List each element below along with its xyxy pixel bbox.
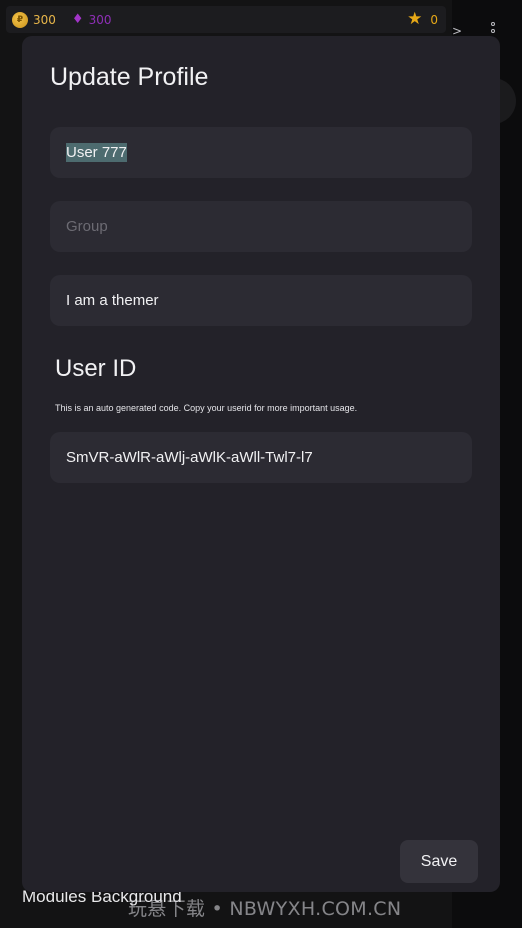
watermark: 玩悬下载 • NBWYXH.COM.CN (128, 898, 402, 920)
user-id-value[interactable]: SmVR-aWlR-aWlj-aWlK-aWll-Twl7-l7 (66, 449, 313, 466)
user-id-description: This is an auto generated code. Copy you… (55, 403, 358, 413)
more-options-icon (490, 22, 496, 33)
gem-count: 300 (88, 12, 112, 27)
group-field[interactable] (50, 201, 472, 252)
save-button[interactable]: Save (400, 840, 478, 883)
star-icon: ★ (407, 9, 423, 29)
gem-icon: ♦ (71, 12, 84, 27)
bio-field[interactable]: I am a themer (50, 275, 472, 326)
username-field[interactable]: User 777 (50, 127, 472, 178)
coin-count: 300 (33, 12, 56, 27)
dialog-title: Update Profile (50, 63, 209, 91)
username-value[interactable]: User 777 (66, 143, 127, 162)
currency-bar: ₽ 300 ♦ 300 ★ 0 (6, 6, 446, 33)
star-count: 0 (430, 12, 438, 27)
group-input[interactable] (66, 218, 456, 235)
bio-value[interactable]: I am a themer (66, 292, 159, 309)
update-profile-dialog: Update Profile User 777 I am a themer Us… (22, 36, 500, 892)
user-id-heading: User ID (55, 355, 137, 382)
user-id-field[interactable]: SmVR-aWlR-aWlj-aWlK-aWll-Twl7-l7 (50, 432, 472, 483)
coin-icon: ₽ (12, 11, 28, 28)
